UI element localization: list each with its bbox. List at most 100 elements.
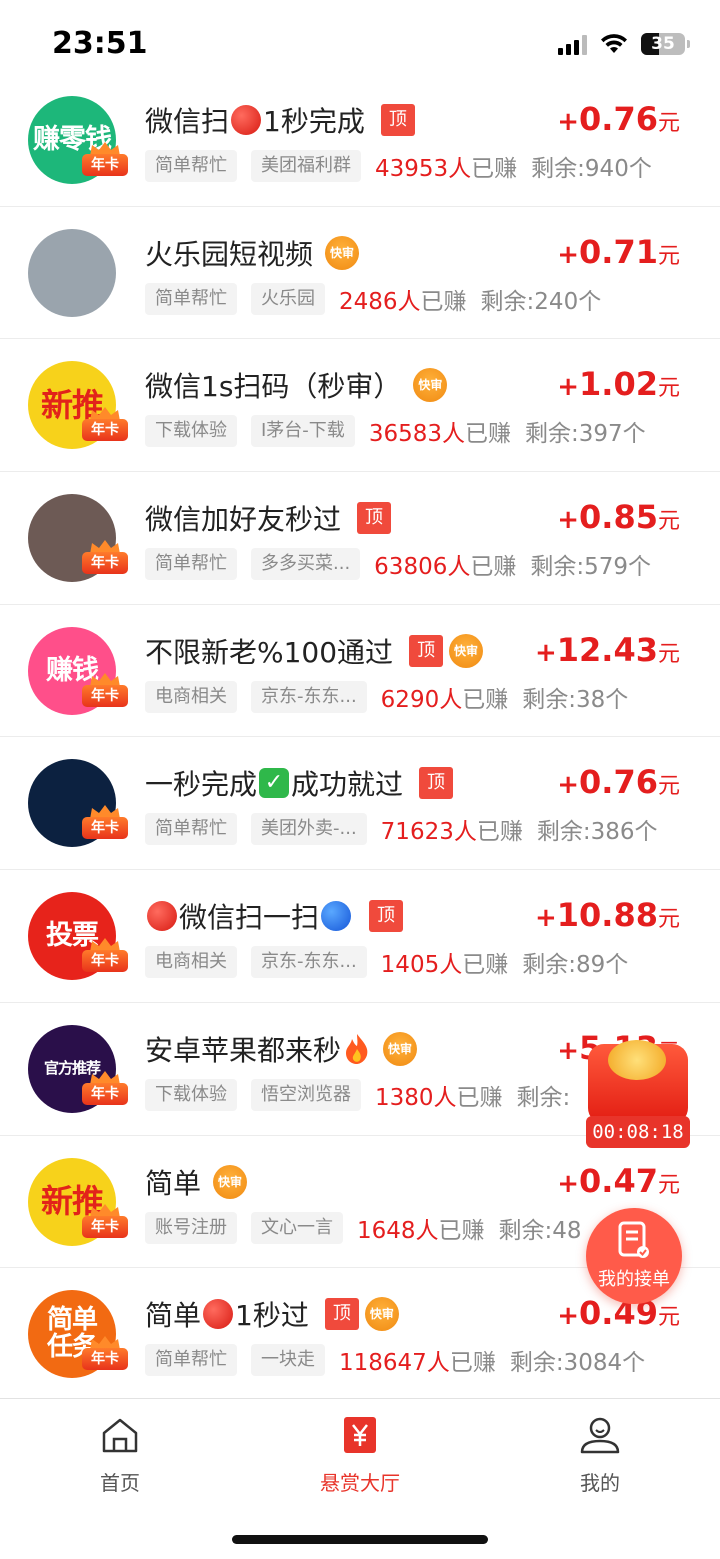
vip-badge-label: 年卡 bbox=[82, 419, 128, 442]
task-title-line: 一秒完成 ✓ 成功就过顶 bbox=[145, 763, 454, 803]
task-row[interactable]: 新推 年卡 微信1s扫码（秒审） 快审 +1.02元 下载体验 I茅台-下载 36583人 已赚… bbox=[0, 339, 720, 473]
check-mark-icon: ✓ bbox=[259, 768, 290, 799]
reward-price: +0.71元 bbox=[557, 233, 680, 271]
task-title: 火乐园短视频 bbox=[145, 237, 314, 271]
vip-badge: 年卡 bbox=[80, 407, 130, 443]
merchant-chip: I茅台-下载 bbox=[251, 415, 355, 448]
task-meta-line: 简单帮忙 一块走 118647人 已赚 剩余:3084个 bbox=[145, 1344, 645, 1377]
price-unit: 元 bbox=[657, 641, 680, 667]
my-orders-label: 我的接单 bbox=[598, 1269, 670, 1290]
earned-count: 1380人 bbox=[375, 1084, 457, 1111]
vip-badge: 年卡 bbox=[80, 1070, 130, 1107]
task-row[interactable]: 年卡 微信加好友秒过顶 +0.85元 简单帮忙 多多买菜... 63806人 已赚 剩余:57… bbox=[0, 472, 720, 605]
vip-badge: 年卡 bbox=[80, 805, 130, 841]
price-plus: + bbox=[557, 1168, 580, 1199]
fast-review-icon: 快审 bbox=[383, 1031, 418, 1066]
price-amount: 1.02 bbox=[579, 365, 658, 404]
red-packet-float[interactable]: 00:08:18 bbox=[584, 1040, 694, 1152]
vip-badge: 年卡 bbox=[80, 938, 130, 974]
reward-price: +0.76元 bbox=[557, 100, 680, 138]
price-plus: + bbox=[557, 1301, 580, 1332]
status-icons: 35 bbox=[558, 30, 690, 58]
tab-mine[interactable]: 我的 bbox=[540, 1413, 660, 1496]
category-chip: 简单帮忙 bbox=[145, 150, 237, 182]
task-row[interactable]: 投票 年卡 微信扫一扫顶 +10.88元 电商相关 京东-东东... 1405人 已赚 剩余:8… bbox=[0, 870, 720, 1003]
vip-badge-label: 年卡 bbox=[82, 950, 128, 973]
merchant-chip: 火乐园 bbox=[251, 282, 325, 315]
vip-badge-label: 年卡 bbox=[82, 552, 128, 575]
task-title: 微信扫 bbox=[145, 105, 230, 138]
price-amount: 0.76 bbox=[579, 763, 658, 802]
vip-badge: 年卡 bbox=[80, 540, 130, 576]
category-chip: 下载体验 bbox=[145, 1078, 237, 1111]
yuan-icon bbox=[338, 1413, 382, 1457]
fast-review-icon: 快审 bbox=[449, 633, 484, 668]
price-amount: 0.76 bbox=[579, 100, 658, 138]
user-icon bbox=[578, 1413, 622, 1457]
task-row[interactable]: 火乐园短视频 快审 +0.71元简单帮忙 火乐园 2486人 已赚 剩余:240个 bbox=[0, 207, 720, 340]
earned-label: 已赚 bbox=[464, 421, 511, 448]
price-amount: 0.71 bbox=[579, 232, 658, 271]
task-meta-line: 简单帮忙 火乐园 2486人 已赚 剩余:240个 bbox=[145, 282, 602, 315]
task-title: 简单 bbox=[145, 1299, 202, 1333]
reward-price: +10.88元 bbox=[535, 896, 680, 934]
task-title-line: 安卓苹果都来秒 快审 bbox=[145, 1029, 418, 1069]
task-row[interactable]: 赚零钱 年卡 微信扫 1秒完成顶 +0.76元 简单帮忙 美团福利群 43953人 已赚 剩余:9… bbox=[0, 74, 720, 207]
price-plus: + bbox=[557, 1035, 580, 1066]
remaining-count: 剩余:579个 bbox=[530, 554, 651, 581]
category-chip: 简单帮忙 bbox=[145, 813, 237, 846]
task-row[interactable]: 赚钱 年卡 不限新老%100通过顶快审 +12.43元 电商相关 京东-东东... 6290… bbox=[0, 605, 720, 738]
task-meta-line: 下载体验 悟空浏览器 1380人 已赚 剩余: bbox=[145, 1078, 570, 1111]
price-plus: + bbox=[557, 107, 580, 137]
earned-count: 63806人 bbox=[374, 554, 471, 581]
tab-reward-hall[interactable]: 悬赏大厅 bbox=[300, 1413, 420, 1496]
task-row[interactable]: 年卡 一秒完成 ✓ 成功就过顶 +0.76元 简单帮忙 美团外卖-... 71623人 已赚 剩余… bbox=[0, 737, 720, 871]
vip-badge: 年卡 bbox=[80, 672, 130, 709]
price-amount: 0.85 bbox=[579, 498, 658, 537]
task-title: 一秒完成 bbox=[145, 768, 258, 802]
task-list: 赚零钱 年卡 微信扫 1秒完成顶 +0.76元 简单帮忙 美团福利群 43953人 已赚 剩余:9… bbox=[0, 74, 720, 1401]
price-amount: 10.88 bbox=[556, 896, 658, 935]
task-title-line: 不限新老%100通过顶快审 bbox=[145, 631, 484, 671]
task-meta-line: 账号注册 文心一言 1648人 已赚 剩余:48 bbox=[145, 1211, 582, 1244]
vip-badge-label: 年卡 bbox=[82, 817, 128, 840]
my-orders-button[interactable]: 我的接单 bbox=[586, 1208, 682, 1304]
task-meta-line: 简单帮忙 美团福利群 43953人 已赚 剩余:940个 bbox=[145, 150, 652, 182]
price-unit: 元 bbox=[657, 509, 680, 535]
task-title-line: 微信1s扫码（秒审） 快审 bbox=[145, 365, 448, 405]
fast-review-icon: 快审 bbox=[364, 1297, 399, 1332]
merchant-chip: 悟空浏览器 bbox=[251, 1078, 361, 1111]
task-meta-line: 下载体验 I茅台-下载 36583人 已赚 剩余:397个 bbox=[145, 415, 646, 448]
remaining-count: 剩余:240个 bbox=[480, 288, 602, 315]
document-icon bbox=[618, 1221, 649, 1258]
price-plus: + bbox=[557, 770, 580, 801]
task-title: 成功就过 bbox=[291, 768, 404, 802]
category-chip: 电商相关 bbox=[145, 946, 237, 979]
price-plus: + bbox=[557, 239, 580, 270]
earned-count: 43953人 bbox=[375, 156, 472, 182]
vip-badge: 年卡 bbox=[80, 1203, 130, 1240]
price-plus: + bbox=[557, 372, 580, 403]
earned-label: 已赚 bbox=[420, 288, 467, 315]
price-unit: 元 bbox=[657, 111, 680, 136]
earned-count: 36583人 bbox=[368, 421, 465, 448]
task-title-line: 简单 快审 bbox=[145, 1162, 248, 1202]
earned-label: 已赚 bbox=[438, 1217, 485, 1244]
vip-badge-label: 年卡 bbox=[82, 1215, 128, 1238]
task-title: 微信1s扫码（秒审） bbox=[145, 370, 402, 404]
task-title-line: 火乐园短视频 快审 bbox=[145, 233, 360, 273]
reward-price: +12.43元 bbox=[535, 631, 680, 669]
home-indicator bbox=[232, 1535, 488, 1544]
earned-count: 118647人 bbox=[339, 1350, 450, 1377]
category-chip: 下载体验 bbox=[145, 415, 237, 448]
remaining-count: 剩余:89个 bbox=[522, 952, 629, 979]
tab-home[interactable]: 首页 bbox=[60, 1413, 180, 1496]
task-title: 微信加好友秒过 bbox=[145, 503, 342, 537]
merchant-chip: 美团福利群 bbox=[251, 150, 361, 182]
reward-price: +0.76元 bbox=[557, 763, 680, 801]
price-plus: + bbox=[557, 505, 580, 536]
remaining-count: 剩余:38个 bbox=[522, 686, 629, 713]
task-title-line: 微信扫一扫 顶 bbox=[145, 896, 404, 936]
task-title-line: 简单 1秒过顶快审 bbox=[145, 1294, 399, 1334]
earned-label: 已赚 bbox=[449, 1350, 496, 1377]
